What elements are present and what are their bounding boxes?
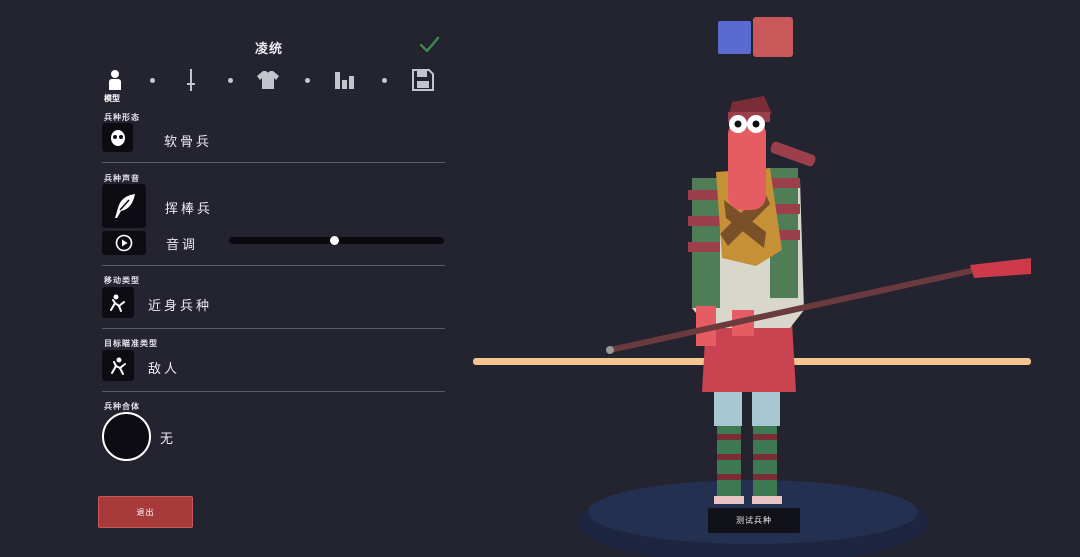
targeting-type-label: 目标瞄准类型: [104, 339, 158, 348]
movement-type-value[interactable]: 近身兵种: [148, 295, 212, 314]
ghost-face-icon[interactable]: [102, 123, 133, 152]
unit-combination-value: 无: [160, 432, 177, 447]
floppy-disk-icon[interactable]: [410, 68, 436, 92]
team-blue-swatch[interactable]: [718, 21, 751, 54]
tab-separator-dot: [228, 78, 233, 83]
unit-combination-label: 兵种合体: [104, 402, 140, 411]
running-figure-icon[interactable]: [102, 287, 134, 318]
unit-character-model: [606, 96, 1031, 504]
unit-form-value[interactable]: 软骨兵: [164, 131, 212, 150]
confirm-check-icon[interactable]: [418, 34, 441, 56]
person-icon[interactable]: [102, 68, 128, 92]
target-figure-icon[interactable]: [102, 350, 134, 381]
tab-separator-dot: [382, 78, 387, 83]
shirt-icon[interactable]: [255, 68, 281, 92]
team-red-swatch[interactable]: [753, 17, 793, 57]
unit-voice-value[interactable]: 挥棒兵: [165, 198, 213, 217]
sword-icon[interactable]: [178, 68, 204, 92]
unit-name-title: 凌统: [254, 42, 283, 57]
pitch-slider-handle[interactable]: [329, 236, 339, 245]
tab-separator-dot: [150, 78, 155, 83]
tab-separator-dot: [305, 78, 310, 83]
tab-model-label: 模型: [104, 94, 120, 103]
pitch-label: 音调: [166, 238, 199, 253]
section-divider: [102, 162, 445, 163]
section-divider: [102, 265, 445, 266]
editor-tab-bar: 模型: [100, 66, 446, 106]
unit-combination-slot[interactable]: [102, 412, 151, 461]
test-unit-button[interactable]: 测试兵种: [708, 508, 800, 533]
exit-button[interactable]: 退出: [98, 496, 193, 528]
targeting-type-value[interactable]: 敌人: [148, 358, 180, 377]
bar-chart-icon[interactable]: [332, 68, 358, 92]
section-divider: [102, 391, 445, 392]
movement-type-label: 移动类型: [104, 276, 140, 285]
section-divider: [102, 328, 445, 329]
unit-voice-label: 兵种声音: [104, 174, 140, 183]
unit-form-label: 兵种形态: [104, 113, 140, 122]
unit-preview-viewport: [473, 96, 1031, 557]
play-icon[interactable]: [102, 231, 146, 255]
feather-icon[interactable]: [102, 184, 146, 228]
